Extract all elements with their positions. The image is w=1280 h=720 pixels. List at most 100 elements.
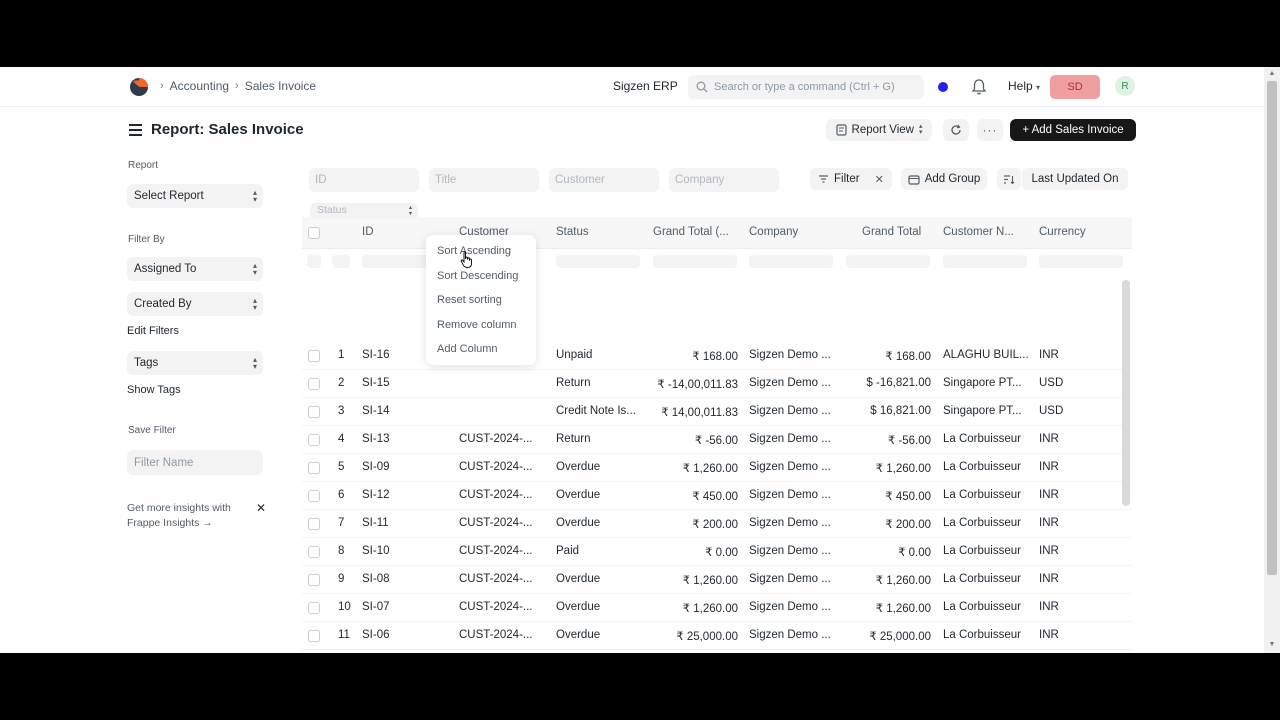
- chevron-updown-icon: ▴ ▾: [252, 261, 257, 277]
- column-header-grand-total-company[interactable]: Grand Total (...: [653, 226, 729, 238]
- select-report-dropdown[interactable]: Select Report ▴ ▾: [127, 184, 263, 208]
- cell-customer[interactable]: CUST-2024-...: [459, 545, 547, 557]
- cell-id[interactable]: SI-10: [362, 545, 452, 557]
- select-all-checkbox[interactable]: [308, 227, 320, 239]
- close-icon[interactable]: ✕: [875, 173, 884, 186]
- table-row[interactable]: 3 SI-14 Credit Note Is... ₹ 14,00,011.83 Sig…: [302, 398, 1132, 426]
- cell-customer[interactable]: CUST-2024-...: [459, 489, 547, 501]
- help-dropdown[interactable]: Help ▾: [1008, 79, 1040, 93]
- cell-customer[interactable]: CUST-2024-...: [459, 629, 547, 641]
- table-scrollbar[interactable]: [1122, 280, 1130, 506]
- edit-filters-link[interactable]: Edit Filters: [127, 325, 179, 337]
- close-icon[interactable]: ✕: [256, 501, 266, 515]
- cell-customer[interactable]: CUST-2024-...: [459, 461, 547, 473]
- cell-customer[interactable]: CUST-2024-...: [459, 601, 547, 613]
- add-group-button[interactable]: Add Group: [901, 168, 987, 190]
- row-checkbox[interactable]: [308, 546, 320, 558]
- sidebar-toggle-icon[interactable]: [129, 124, 142, 136]
- row-checkbox[interactable]: [308, 574, 320, 586]
- cell-id[interactable]: SI-07: [362, 601, 452, 613]
- column-filter-input[interactable]: [653, 255, 737, 268]
- row-checkbox[interactable]: [308, 630, 320, 642]
- cell-customer-name: La Corbuisseur: [943, 601, 1021, 613]
- cell-id[interactable]: SI-08: [362, 573, 452, 585]
- table-row[interactable]: 11 SI-06 CUST-2024-... Overdue ₹ 25,000.00 Si…: [302, 622, 1132, 650]
- row-checkbox[interactable]: [308, 434, 320, 446]
- sort-by-button[interactable]: Last Updated On: [1022, 168, 1128, 190]
- menu-item-reset-sorting[interactable]: Reset sorting: [426, 288, 536, 313]
- page-scrollbar[interactable]: ▲ ▼: [1264, 67, 1280, 653]
- column-header-company[interactable]: Company: [749, 226, 798, 238]
- column-header-currency[interactable]: Currency: [1039, 226, 1086, 238]
- table-row[interactable]: 7 SI-11 CUST-2024-... Overdue ₹ 200.00 Sigzen…: [302, 510, 1132, 538]
- customer-filter-input[interactable]: Customer: [549, 168, 659, 192]
- title-filter-input[interactable]: Title: [429, 168, 539, 192]
- menu-item-sort-ascending[interactable]: Sort Ascending: [426, 239, 536, 264]
- breadcrumb-sales-invoice[interactable]: Sales Invoice: [245, 79, 316, 93]
- report-view-button[interactable]: Report View ▴ ▾: [826, 119, 932, 141]
- insights-link[interactable]: Get more insights with Frappe Insights →: [127, 501, 257, 531]
- cell-id[interactable]: SI-12: [362, 489, 452, 501]
- sort-order-button[interactable]: [997, 168, 1021, 190]
- created-by-dropdown[interactable]: Created By ▴ ▾: [127, 292, 263, 316]
- row-checkbox[interactable]: [308, 602, 320, 614]
- avatar-secondary[interactable]: R: [1115, 76, 1135, 96]
- column-filter-input[interactable]: [332, 255, 350, 268]
- cell-id[interactable]: SI-14: [362, 405, 452, 417]
- cell-id[interactable]: SI-11: [362, 517, 452, 529]
- row-checkbox[interactable]: [308, 462, 320, 474]
- search-input[interactable]: Search or type a command (Ctrl + G): [688, 75, 924, 99]
- refresh-button[interactable]: [943, 119, 969, 141]
- more-button[interactable]: ···: [977, 119, 1003, 141]
- column-filter-input[interactable]: [749, 255, 833, 268]
- column-filter-input[interactable]: [943, 255, 1027, 268]
- table-row[interactable]: 5 SI-09 CUST-2024-... Overdue ₹ 1,260.00 Sigz…: [302, 454, 1132, 482]
- cell-id[interactable]: SI-09: [362, 461, 452, 473]
- page-scrollbar-thumb[interactable]: [1267, 81, 1277, 575]
- cell-id[interactable]: SI-13: [362, 433, 452, 445]
- filter-name-input[interactable]: Filter Name: [127, 450, 263, 475]
- company-filter-input[interactable]: Company: [669, 168, 779, 192]
- table-row[interactable]: 10 SI-07 CUST-2024-... Overdue ₹ 1,260.00 Sig…: [302, 594, 1132, 622]
- id-filter-input[interactable]: ID: [309, 168, 419, 192]
- row-checkbox[interactable]: [308, 406, 320, 418]
- column-header-customer-name[interactable]: Customer N...: [943, 226, 1014, 238]
- avatar[interactable]: SD: [1050, 75, 1100, 99]
- row-checkbox[interactable]: [308, 350, 320, 362]
- row-checkbox[interactable]: [308, 518, 320, 530]
- cell-customer[interactable]: CUST-2024-...: [459, 573, 547, 585]
- column-filter-input[interactable]: [307, 255, 321, 268]
- cell-customer[interactable]: CUST-2024-...: [459, 517, 547, 529]
- column-header-grand-total[interactable]: Grand Total: [862, 226, 921, 238]
- column-filter-input[interactable]: [556, 255, 640, 268]
- show-tags-link[interactable]: Show Tags: [127, 384, 181, 396]
- table-row[interactable]: 4 SI-13 CUST-2024-... Return ₹ -56.00 Sigzen …: [302, 426, 1132, 454]
- bell-icon[interactable]: [971, 78, 987, 96]
- breadcrumb-accounting[interactable]: Accounting: [170, 79, 229, 93]
- cell-customer[interactable]: CUST-2024-...: [459, 433, 547, 445]
- menu-item-sort-descending[interactable]: Sort Descending: [426, 264, 536, 289]
- table-row[interactable]: 6 SI-12 CUST-2024-... Overdue ₹ 450.00 Sigzen…: [302, 482, 1132, 510]
- row-checkbox[interactable]: [308, 490, 320, 502]
- cell-id[interactable]: SI-06: [362, 629, 452, 641]
- cell-status: Unpaid: [556, 349, 593, 361]
- row-checkbox[interactable]: [308, 378, 320, 390]
- table-row[interactable]: 9 SI-08 CUST-2024-... Overdue ₹ 1,260.00 Sigz…: [302, 566, 1132, 594]
- assigned-to-dropdown[interactable]: Assigned To ▴ ▾: [127, 257, 263, 281]
- tags-dropdown[interactable]: Tags ▴ ▾: [127, 351, 263, 375]
- column-filter-input[interactable]: [846, 255, 930, 268]
- table-row[interactable]: 8 SI-10 CUST-2024-... Paid ₹ 0.00 Sigzen Demo…: [302, 538, 1132, 566]
- column-header-status[interactable]: Status: [556, 226, 589, 238]
- add-sales-invoice-button[interactable]: + Add Sales Invoice: [1010, 119, 1136, 141]
- filter-button[interactable]: Filter ✕: [810, 168, 892, 190]
- column-filter-input[interactable]: [1039, 255, 1123, 268]
- menu-item-remove-column[interactable]: Remove column: [426, 313, 536, 338]
- frappe-logo-icon[interactable]: [128, 77, 150, 97]
- table-row[interactable]: 2 SI-15 Return ₹ -14,00,011.83 Sigzen Demo .…: [302, 370, 1132, 398]
- scroll-up-icon[interactable]: ▲: [1268, 70, 1276, 78]
- cell-id[interactable]: SI-15: [362, 377, 452, 389]
- table-row[interactable]: 12SI-05ALAGHU BUIL...Paid₹ 0.00Sigzen De…: [302, 650, 1132, 653]
- menu-item-add-column[interactable]: Add Column: [426, 337, 536, 362]
- column-header-id[interactable]: ID: [362, 226, 374, 238]
- scroll-down-icon[interactable]: ▼: [1268, 641, 1276, 649]
